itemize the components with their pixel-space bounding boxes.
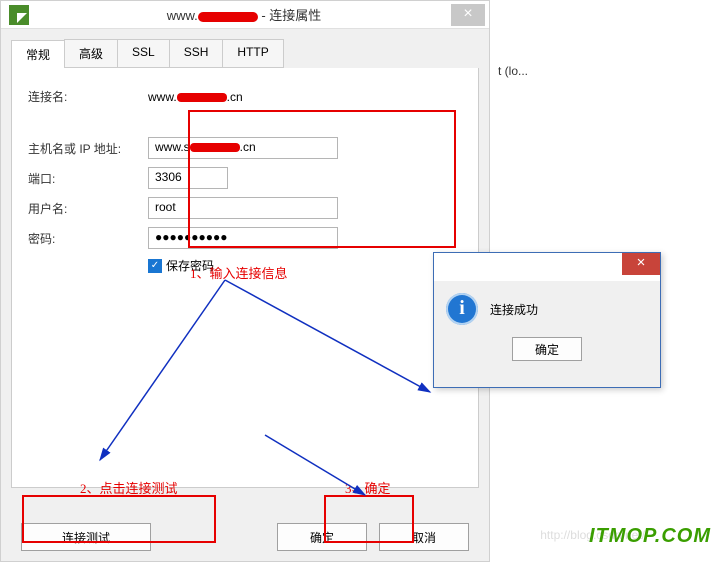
tab-ssl[interactable]: SSL	[117, 39, 170, 68]
password-label: 密码:	[28, 230, 148, 247]
window-title: www. - 连接属性	[37, 5, 451, 24]
annotation-box-3	[324, 495, 414, 543]
conn-name-value[interactable]: www..cn	[148, 90, 243, 104]
annotation-label-1: 1、输入连接信息	[190, 263, 288, 282]
annotation-label-3: 3、确定	[345, 478, 391, 497]
dialog-titlebar: ×	[434, 253, 660, 281]
dialog-ok-button[interactable]: 确定	[512, 337, 582, 361]
titlebar: www. - 连接属性 ×	[1, 1, 489, 29]
annotation-box-2	[22, 495, 216, 543]
itmop-watermark: ITMOP.COM	[589, 525, 711, 548]
dialog-message: 连接成功	[490, 301, 538, 318]
tab-advanced[interactable]: 高级	[64, 39, 118, 68]
annotation-box-1	[188, 110, 456, 248]
save-password-checkbox[interactable]: ✓	[148, 259, 162, 273]
port-label: 端口:	[28, 170, 148, 187]
tab-bar: 常规 高级 SSL SSH HTTP	[11, 39, 479, 68]
host-label: 主机名或 IP 地址:	[28, 140, 148, 157]
annotation-label-2: 2、点击连接测试	[80, 478, 178, 497]
tab-http[interactable]: HTTP	[222, 39, 283, 68]
tab-general[interactable]: 常规	[11, 40, 65, 69]
info-icon	[446, 293, 478, 325]
dialog-close-button[interactable]: ×	[622, 253, 660, 275]
redacted-text	[177, 93, 227, 102]
conn-name-label: 连接名:	[28, 88, 148, 105]
app-icon	[9, 5, 29, 25]
tab-ssh[interactable]: SSH	[169, 39, 224, 68]
success-dialog: × 连接成功 确定	[433, 252, 661, 388]
redacted-text	[198, 12, 258, 22]
username-label: 用户名:	[28, 200, 148, 217]
window-close-button[interactable]: ×	[451, 4, 485, 26]
background-text: t (lo...	[498, 64, 528, 78]
